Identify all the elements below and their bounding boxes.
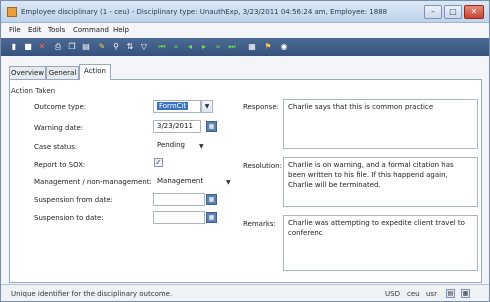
new-icon[interactable]: ▮ <box>9 42 19 52</box>
attach-icon[interactable]: ⚑ <box>263 42 273 52</box>
menu-command[interactable]: Command <box>73 26 109 34</box>
save-icon[interactable]: ■ <box>23 42 33 52</box>
group-title-action-taken: Action Taken <box>11 87 56 95</box>
previous-page-icon[interactable]: « <box>171 42 181 52</box>
maximize-button[interactable]: □ <box>444 5 462 19</box>
case-status-chevron-down-icon[interactable]: ▼ <box>199 143 204 150</box>
resolution-label: Resolution: <box>243 162 282 170</box>
filter-selection-icon[interactable]: ⚲ <box>111 42 121 52</box>
warning-date-input[interactable]: 3/23/2011 <box>153 120 201 133</box>
status-hint: Unique identifier for the disciplinary o… <box>11 290 173 298</box>
response-label: Response: <box>243 103 279 111</box>
management-chevron-down-icon[interactable]: ▼ <box>226 179 231 186</box>
toolbar: ▮ ■ ✕ ⎙ ❐ ▤ ✎ ⚲ ⇅ ▽ ⏮ « ◂ ▸ » ⏭ ▦ ⚑ ◉ <box>1 38 489 56</box>
copy-icon[interactable]: ❐ <box>67 42 77 52</box>
advanced-filter-icon[interactable]: ▽ <box>139 42 149 52</box>
report-to-sox-label: Report to SOX: <box>34 161 86 169</box>
filter-icon[interactable]: ✎ <box>97 42 107 52</box>
window-title: Employee disciplinary (1 - ceu) - Discip… <box>21 8 388 16</box>
status-company[interactable]: ceu <box>407 290 420 298</box>
tab-overview[interactable]: Overview <box>9 66 46 79</box>
first-record-icon[interactable]: ⏮ <box>157 42 167 52</box>
warning-date-label: Warning date: <box>34 124 84 132</box>
outcome-type-input[interactable]: FormCit <box>153 100 201 113</box>
calendar-icon[interactable]: ▦ <box>206 121 217 132</box>
response-textarea[interactable]: Charlie says that this is common practic… <box>283 99 478 149</box>
close-button[interactable]: ✕ <box>464 5 484 19</box>
menu-file[interactable]: File <box>9 26 21 34</box>
title-bar: Employee disciplinary (1 - ceu) - Discip… <box>1 1 489 23</box>
print-icon[interactable]: ⎙ <box>53 42 63 52</box>
menu-tools[interactable]: Tools <box>48 26 65 34</box>
tab-action[interactable]: Action <box>79 64 111 80</box>
calendar-icon[interactable]: ▦ <box>206 194 217 205</box>
resolution-textarea[interactable]: Charlie is on warning, and a formal cita… <box>283 157 478 207</box>
delete-icon[interactable]: ✕ <box>37 42 47 52</box>
outcome-type-value: FormCit <box>157 102 189 110</box>
status-bar: Unique identifier for the disciplinary o… <box>1 284 489 301</box>
menu-bar: File Edit Tools Command Help <box>1 23 489 37</box>
suspension-to-label: Suspension to date: <box>34 214 104 222</box>
suspension-to-input[interactable] <box>153 211 205 224</box>
previous-record-icon[interactable]: ◂ <box>185 42 195 52</box>
management-select[interactable]: Management <box>153 175 235 188</box>
application-window: Employee disciplinary (1 - ceu) - Discip… <box>0 0 490 302</box>
sort-icon[interactable]: ⇅ <box>125 42 135 52</box>
paste-icon[interactable]: ▤ <box>81 42 91 52</box>
case-status-label: Case status: <box>34 143 78 151</box>
suspension-from-input[interactable] <box>153 193 205 206</box>
remarks-label: Remarks: <box>243 220 276 228</box>
tab-general[interactable]: General <box>46 66 79 79</box>
next-record-icon[interactable]: ▸ <box>199 42 209 52</box>
app-icon <box>7 7 17 17</box>
outcome-type-dropdown[interactable]: ▼ <box>201 100 213 113</box>
last-record-icon[interactable]: ⏭ <box>227 42 237 52</box>
management-label: Management / non-management: <box>34 178 152 186</box>
calendar-icon[interactable]: ▦ <box>206 212 217 223</box>
next-page-icon[interactable]: » <box>213 42 223 52</box>
outcome-type-label: Outcome type: <box>34 103 87 111</box>
menu-edit[interactable]: Edit <box>28 26 42 34</box>
settings-icon[interactable]: ▦ <box>461 289 470 298</box>
document-icon[interactable]: ▦ <box>247 42 257 52</box>
remarks-textarea[interactable]: Charlie was attempting to expedite clien… <box>283 215 478 271</box>
status-user[interactable]: usr <box>426 290 437 298</box>
minimize-button[interactable]: – <box>424 5 442 19</box>
report-to-sox-checkbox[interactable]: ✓ <box>154 158 163 167</box>
notification-icon[interactable]: ▤ <box>446 289 455 298</box>
help-icon[interactable]: ◉ <box>279 42 289 52</box>
suspension-from-label: Suspension from date: <box>34 196 113 204</box>
status-currency[interactable]: USD <box>385 290 400 298</box>
menu-help[interactable]: Help <box>113 26 129 34</box>
